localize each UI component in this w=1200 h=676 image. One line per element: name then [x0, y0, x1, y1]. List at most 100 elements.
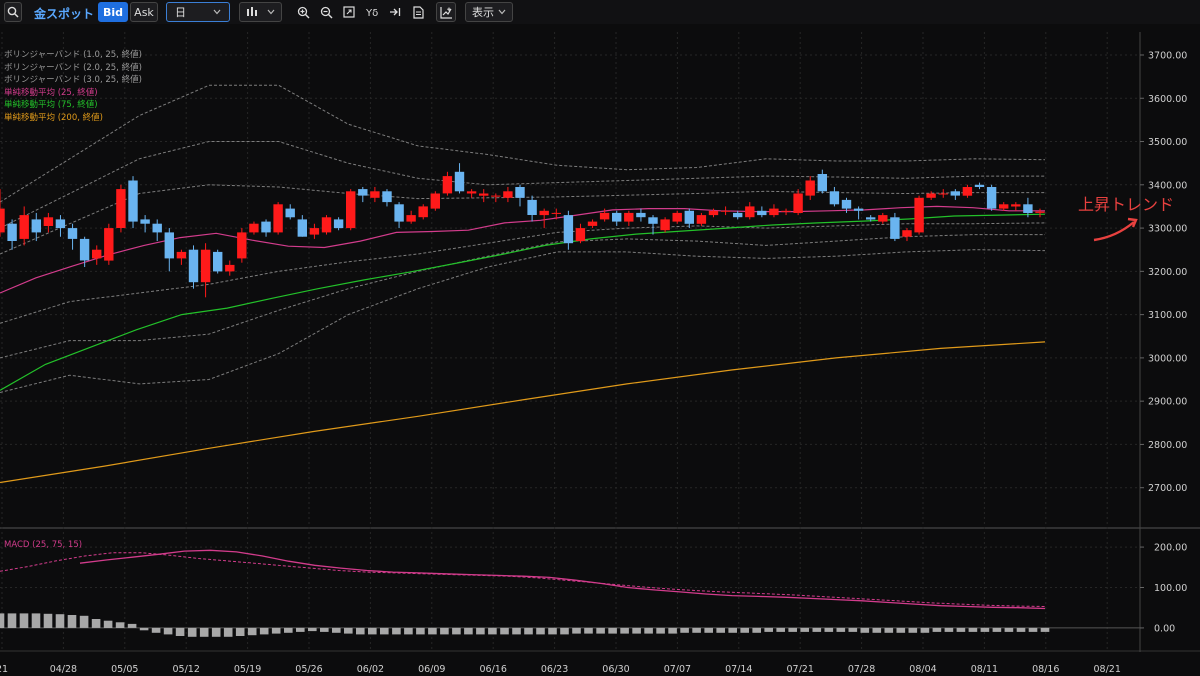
candle-down	[841, 199, 852, 209]
candle-up	[1035, 211, 1045, 213]
macd-histogram-bar	[704, 627, 713, 633]
candle-down	[829, 191, 840, 205]
date-tick-label: 07/14	[725, 664, 752, 675]
candle-down	[684, 210, 694, 224]
candle-up	[1011, 204, 1021, 207]
macd-histogram-bar	[428, 627, 437, 635]
candle-down	[188, 249, 199, 283]
macd-histogram-bar	[163, 627, 173, 635]
candle-up	[914, 197, 924, 233]
candle-up	[624, 212, 634, 222]
date-tick-label: 04/28	[50, 664, 77, 675]
macd-histogram-bar	[680, 627, 689, 633]
macd-histogram-bar	[1040, 627, 1050, 632]
macd-histogram-bar	[728, 627, 737, 633]
indicator-icon[interactable]: Yδ	[363, 2, 381, 22]
date-tick-label: 06/02	[357, 664, 384, 675]
macd-histogram-bar	[476, 627, 485, 635]
macd-histogram-bar	[199, 627, 209, 637]
candle-down	[1023, 204, 1033, 213]
chart-type-select[interactable]	[239, 2, 282, 22]
chevron-down-icon	[267, 9, 275, 15]
price-chart[interactable]: 0.00 100.00 200.00 2700.00 2800.00 2900.00 30…	[0, 24, 1200, 676]
search-icon[interactable]	[4, 2, 22, 22]
macd-histogram-bar	[139, 627, 149, 631]
macd-histogram-bar	[956, 627, 966, 632]
notes-icon[interactable]	[409, 2, 427, 22]
macd-histogram-bar	[788, 627, 797, 632]
legend-sma200[interactable]: 単純移動平均 (200, 終値)	[4, 112, 142, 125]
timeframe-select[interactable]: 日	[166, 2, 230, 22]
macd-histogram-bar	[992, 627, 1002, 632]
moving-averages	[0, 205, 1046, 484]
candle-up	[551, 212, 561, 214]
instrument-title[interactable]: 金スポット	[34, 5, 94, 22]
date-tick-label: 07/28	[848, 664, 875, 675]
macd-histogram-bar	[247, 627, 257, 636]
date-tick-label: 06/23	[541, 664, 568, 675]
macd-histogram-bar	[488, 627, 497, 635]
date-tick-label: 08/16	[1032, 664, 1059, 675]
candle-up	[237, 232, 247, 259]
jump-latest-icon[interactable]	[386, 2, 404, 22]
macd-histogram-bar	[31, 613, 41, 628]
candle-down	[612, 212, 622, 222]
legend-sma25[interactable]: 単純移動平均 (25, 終値)	[4, 87, 142, 100]
candle-up	[769, 208, 779, 216]
zoom-out-icon[interactable]	[317, 2, 335, 22]
candle-up	[575, 228, 586, 242]
legend-sma75[interactable]: 単純移動平均 (75, 終値)	[4, 99, 142, 112]
candle-up	[249, 223, 259, 233]
candle-down	[853, 208, 864, 211]
candle-up	[466, 191, 477, 194]
price-tick-label: 3400.00	[1148, 180, 1187, 191]
macd-histogram-bar	[716, 627, 725, 633]
macd-histogram-bar	[368, 627, 377, 635]
price-tick-label: 3600.00	[1148, 94, 1187, 105]
timeframe-value: 日	[175, 6, 186, 19]
candle-down	[152, 223, 162, 233]
fit-icon[interactable]	[340, 2, 358, 22]
macd-histogram-bar	[79, 615, 89, 628]
bid-button[interactable]: Bid	[98, 2, 128, 22]
date-tick-label: 05/12	[173, 664, 200, 675]
ask-button[interactable]: Ask	[130, 2, 158, 22]
date-tick-label: 05/26	[295, 664, 322, 675]
candle-type-icon	[246, 6, 258, 18]
candle-up	[781, 210, 791, 212]
chart-settings-icon[interactable]	[436, 2, 456, 22]
zoom-in-icon[interactable]	[294, 2, 312, 22]
macd-histogram-bar	[187, 627, 197, 637]
candle-up	[406, 215, 416, 222]
macd-histogram-bar	[800, 627, 809, 632]
macd-histogram-bar	[512, 627, 521, 635]
macd-legend[interactable]: MACD (25, 75, 15)	[4, 540, 82, 550]
candle-up	[346, 191, 356, 229]
macd-histogram-bar	[452, 627, 461, 635]
macd-histogram-bar	[284, 627, 293, 633]
macd-histogram-bar	[440, 627, 449, 635]
macd-histogram-bar	[908, 627, 918, 633]
macd-histogram-bar	[536, 627, 545, 635]
macd-histogram-bar	[860, 627, 870, 633]
macd-histogram-bar	[740, 627, 749, 633]
macd-line	[79, 549, 1046, 610]
macd-tick-label: 0.00	[1154, 623, 1175, 634]
legend-bb3[interactable]: ボリンジャーバンド (3.0, 25, 終値)	[4, 74, 142, 87]
candle-up	[599, 212, 610, 220]
candle-up	[430, 193, 440, 209]
macd-histogram-bar	[211, 627, 221, 637]
macd-histogram-bar	[596, 627, 605, 634]
candle-up	[793, 193, 803, 213]
date-tick-label: 06/09	[418, 664, 445, 675]
macd-histogram-bar	[416, 627, 425, 635]
legend-bb1[interactable]: ボリンジャーバンド (1.0, 25, 終値)	[4, 49, 142, 62]
legend-bb2[interactable]: ボリンジャーバンド (2.0, 25, 終値)	[4, 62, 142, 75]
macd-histogram-bar	[752, 627, 761, 633]
display-menu[interactable]: 表示	[465, 2, 513, 22]
candle-down	[866, 217, 876, 220]
macd-histogram-bar	[524, 627, 533, 635]
candle-down	[394, 204, 404, 222]
date-tick-label: 07/21	[787, 664, 814, 675]
date-tick-label: 05/05	[111, 664, 138, 675]
